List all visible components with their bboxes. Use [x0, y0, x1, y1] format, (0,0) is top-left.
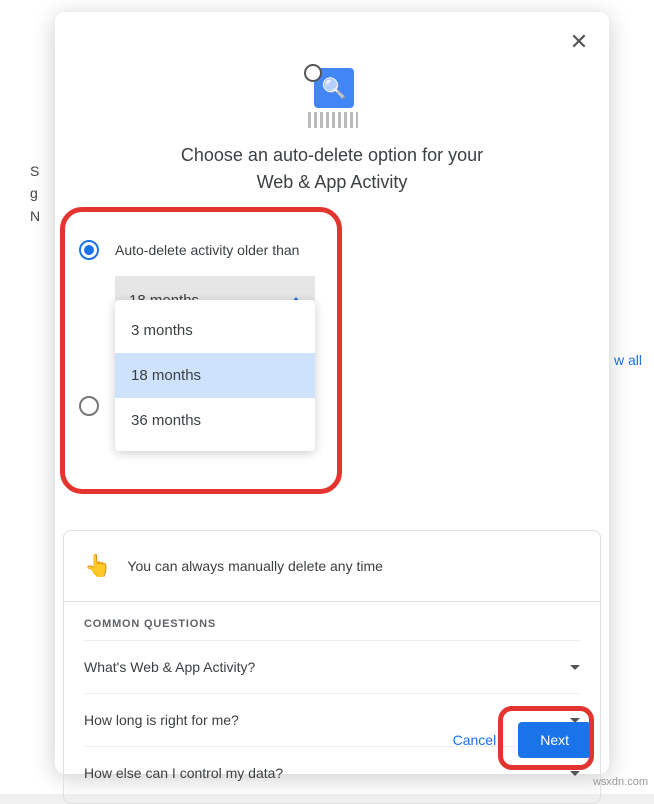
dialog-heading: Choose an auto-delete option for your We…: [55, 142, 609, 196]
manual-delete-info: 👆 You can always manually delete any tim…: [63, 530, 601, 602]
bg-text: SgN: [30, 160, 40, 227]
dropdown-item-3mo[interactable]: 3 months: [115, 308, 315, 353]
question-web-app-activity[interactable]: What's Web & App Activity?: [84, 640, 580, 693]
next-button[interactable]: Next: [518, 722, 591, 758]
options-area: Auto-delete activity older than 18 month…: [55, 196, 609, 424]
duration-dropdown: 3 months 18 months 36 months: [115, 300, 315, 451]
shredder-icon: [302, 68, 362, 128]
dropdown-item-18mo[interactable]: 18 months: [115, 353, 315, 398]
close-icon: ✕: [570, 29, 588, 55]
auto-delete-dialog: ✕ Choose an auto-delete option for your …: [55, 12, 609, 774]
chevron-down-icon: [570, 771, 580, 776]
option-auto-delete[interactable]: Auto-delete activity older than: [79, 232, 585, 268]
radio-selected-icon: [79, 240, 99, 260]
touch-icon: 👆: [84, 553, 111, 579]
option-auto-delete-label: Auto-delete activity older than: [115, 242, 299, 258]
question-label: How else can I control my data?: [84, 765, 283, 781]
info-text: You can always manually delete any time: [127, 558, 383, 574]
chevron-down-icon: [570, 665, 580, 670]
question-label: What's Web & App Activity?: [84, 659, 255, 675]
dropdown-item-36mo[interactable]: 36 months: [115, 398, 315, 443]
watermark: wsxdn.com: [593, 776, 648, 788]
common-questions-header: COMMON QUESTIONS: [84, 602, 580, 640]
cancel-button[interactable]: Cancel: [439, 722, 511, 758]
dialog-footer: Cancel Next: [439, 722, 591, 758]
close-button[interactable]: ✕: [563, 26, 595, 58]
common-questions-section: COMMON QUESTIONS What's Web & App Activi…: [63, 602, 601, 804]
show-all-link[interactable]: w all: [614, 352, 642, 368]
radio-unselected-icon: [79, 396, 99, 416]
question-label: How long is right for me?: [84, 712, 239, 728]
